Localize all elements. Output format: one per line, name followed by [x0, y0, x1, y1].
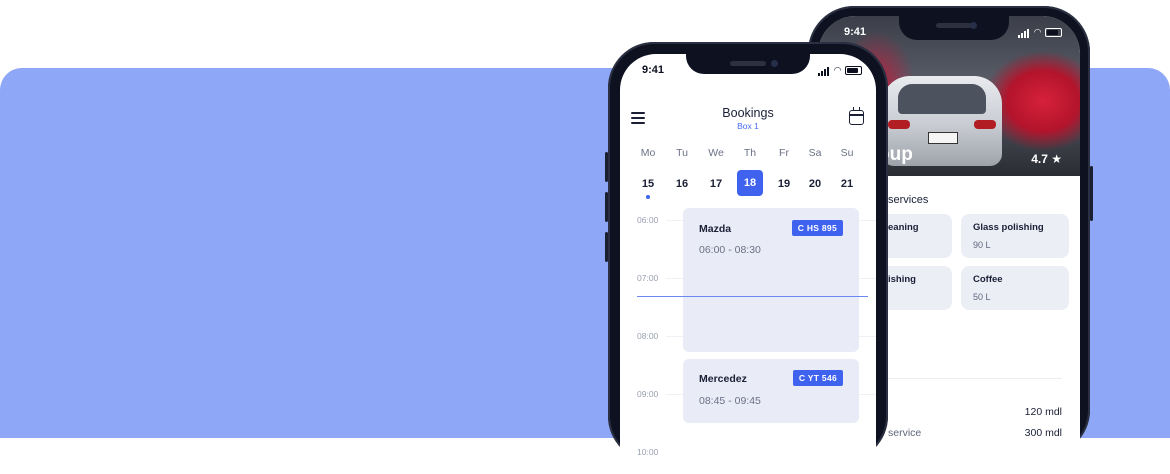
- hour-label: 07:00: [637, 273, 659, 283]
- weekday-label: Sa: [808, 147, 822, 159]
- plate-badge: C YT 546: [792, 370, 843, 386]
- price-value: 300 mdl: [1024, 427, 1062, 439]
- weekday-label: Mo: [640, 147, 656, 159]
- front-phone-screen: 9:41 ◠ Bookings Box 1 Mo Tu We Th Fr Sa …: [620, 54, 876, 474]
- page-title: Bookings: [722, 106, 774, 120]
- power-button: [1090, 166, 1093, 221]
- divider: [878, 378, 1062, 379]
- header: Bookings Box 1: [620, 106, 876, 136]
- volume-button: [605, 232, 608, 262]
- notch: [686, 52, 810, 74]
- date-cell[interactable]: 15: [633, 178, 663, 190]
- hour-label: 09:00: [637, 389, 659, 399]
- signal-icon: [1018, 26, 1030, 38]
- status-time: 9:41: [844, 26, 867, 38]
- price-value: 120 mdl: [1024, 406, 1062, 418]
- booking-dot: [646, 195, 650, 199]
- date-cell[interactable]: 19: [769, 178, 799, 190]
- booking-car: Mazda: [699, 223, 732, 235]
- service-card[interactable]: Glass polishing 90 L: [961, 214, 1069, 258]
- current-time-line: [637, 296, 868, 297]
- volume-button: [605, 192, 608, 222]
- weekday-label: We: [708, 147, 724, 159]
- weekday-label: Tu: [676, 147, 688, 159]
- plate-badge: C HS 895: [791, 220, 843, 236]
- rating-value: 4.7: [1031, 152, 1048, 166]
- wifi-icon: ◠: [1034, 26, 1041, 37]
- weekday-label: Th: [743, 147, 757, 159]
- booking-time: 06:00 - 08:30: [699, 244, 761, 256]
- notch: [899, 14, 1009, 40]
- service-name: Glass polishing: [973, 222, 1044, 233]
- hour-label: 06:00: [637, 215, 659, 225]
- front-phone: 9:41 ◠ Bookings Box 1 Mo Tu We Th Fr Sa …: [605, 42, 888, 474]
- battery-icon: [1045, 27, 1062, 37]
- weekday-label: Su: [840, 147, 854, 159]
- service-name: eaning: [888, 222, 919, 233]
- status-time: 9:41: [642, 64, 665, 76]
- star-icon: ★: [1051, 152, 1062, 166]
- weekday-label: Fr: [779, 147, 789, 159]
- date-cell[interactable]: 17: [701, 178, 731, 190]
- date-cell-selected[interactable]: 18: [737, 170, 763, 196]
- date-cell[interactable]: 16: [667, 178, 697, 190]
- date-cell[interactable]: 21: [832, 178, 862, 190]
- service-name: ishing: [888, 274, 916, 285]
- rating: 4.7 ★: [1031, 152, 1062, 166]
- volume-button: [605, 152, 608, 182]
- service-card[interactable]: Coffee 50 L: [961, 266, 1069, 310]
- date-cell[interactable]: 20: [800, 178, 830, 190]
- service-price: 50 L: [973, 292, 991, 302]
- booking-card[interactable]: Mazda C HS 895 06:00 - 08:30: [683, 208, 859, 352]
- wifi-icon: ◠: [834, 64, 841, 75]
- signal-icon: [818, 64, 830, 76]
- booking-time: 08:45 - 09:45: [699, 395, 761, 407]
- battery-icon: [845, 65, 862, 75]
- hour-label: 08:00: [637, 331, 659, 341]
- service-price: 90 L: [973, 240, 991, 250]
- booking-card[interactable]: Mercedez C YT 546 08:45 - 09:45: [683, 359, 859, 423]
- price-label: service: [888, 427, 922, 439]
- calendar-icon[interactable]: [849, 107, 864, 125]
- service-name: Coffee: [973, 274, 1003, 285]
- page-subtitle: Box 1: [737, 121, 759, 131]
- services-title: services: [888, 194, 929, 206]
- booking-car: Mercedez: [699, 373, 747, 385]
- hour-label: 10:00: [637, 447, 659, 457]
